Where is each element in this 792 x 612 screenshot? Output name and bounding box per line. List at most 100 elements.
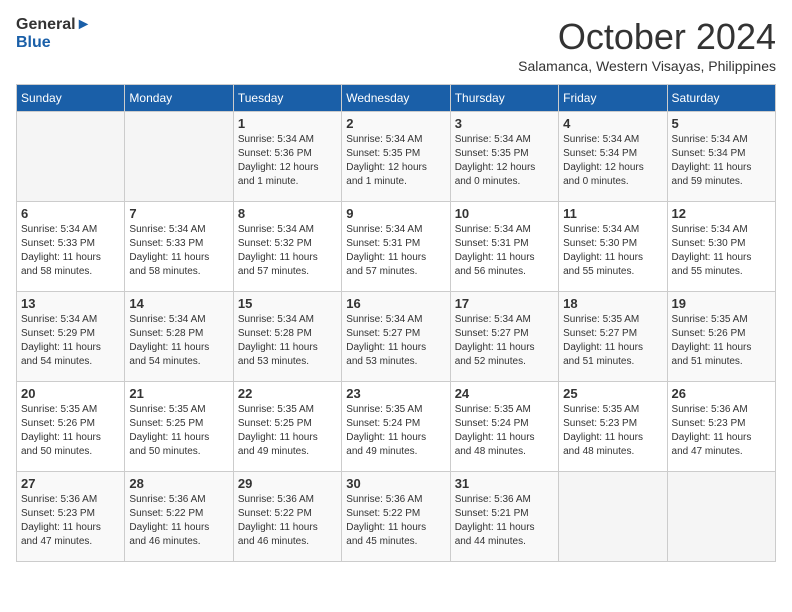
- day-info: Sunrise: 5:35 AM Sunset: 5:26 PM Dayligh…: [21, 403, 120, 459]
- logo: General► Blue: [16, 16, 91, 51]
- day-number: 10: [455, 206, 554, 221]
- weekday-header: Wednesday: [342, 85, 450, 112]
- calendar-cell: 11 Sunrise: 5:34 AM Sunset: 5:30 PM Dayli…: [559, 202, 667, 292]
- weekday-header: Tuesday: [233, 85, 341, 112]
- day-info: Sunrise: 5:36 AM Sunset: 5:22 PM Dayligh…: [346, 493, 445, 549]
- calendar-cell: 14 Sunrise: 5:34 AM Sunset: 5:28 PM Dayli…: [125, 292, 233, 382]
- week-row: 20Sunrise: 5:35 AM Sunset: 5:26 PM Dayli…: [17, 382, 776, 472]
- calendar-cell: 2 Sunrise: 5:34 AM Sunset: 5:35 PM Daylig…: [342, 112, 450, 202]
- day-info: Sunrise: 5:34 AM Sunset: 5:34 PM Dayligh…: [672, 133, 771, 189]
- day-info: Sunrise: 5:34 AM Sunset: 5:35 PM Dayligh…: [455, 133, 554, 189]
- day-number: 24: [455, 386, 554, 401]
- calendar-cell: 4Sunrise: 5:34 AM Sunset: 5:34 PM Daylig…: [559, 112, 667, 202]
- calendar-cell: 8Sunrise: 5:34 AM Sunset: 5:32 PM Daylig…: [233, 202, 341, 292]
- calendar-cell: 7 Sunrise: 5:34 AM Sunset: 5:33 PM Daylig…: [125, 202, 233, 292]
- page-header: General► Blue October 2024 Salamanca, We…: [16, 16, 776, 74]
- day-number: 21: [129, 386, 228, 401]
- day-number: 1: [238, 116, 337, 131]
- day-number: 12: [672, 206, 771, 221]
- day-number: 3: [455, 116, 554, 131]
- day-number: 28: [129, 476, 228, 491]
- week-row: 6 Sunrise: 5:34 AM Sunset: 5:33 PM Daylig…: [17, 202, 776, 292]
- day-info: Sunrise: 5:36 AM Sunset: 5:21 PM Dayligh…: [455, 493, 554, 549]
- day-info: Sunrise: 5:34 AM Sunset: 5:31 PM Dayligh…: [346, 223, 445, 279]
- calendar-cell: 9 Sunrise: 5:34 AM Sunset: 5:31 PM Daylig…: [342, 202, 450, 292]
- day-number: 23: [346, 386, 445, 401]
- week-row: 27 Sunrise: 5:36 AM Sunset: 5:23 PM Dayli…: [17, 472, 776, 562]
- calendar-cell: 27 Sunrise: 5:36 AM Sunset: 5:23 PM Dayli…: [17, 472, 125, 562]
- month-title: October 2024: [518, 16, 776, 58]
- day-number: 11: [563, 206, 662, 221]
- day-info: Sunrise: 5:34 AM Sunset: 5:30 PM Dayligh…: [563, 223, 662, 279]
- day-info: Sunrise: 5:35 AM Sunset: 5:25 PM Dayligh…: [238, 403, 337, 459]
- calendar-cell: 26 Sunrise: 5:36 AM Sunset: 5:23 PM Dayli…: [667, 382, 775, 472]
- day-info: Sunrise: 5:34 AM Sunset: 5:31 PM Dayligh…: [455, 223, 554, 279]
- weekday-header: Monday: [125, 85, 233, 112]
- calendar-cell: 10 Sunrise: 5:34 AM Sunset: 5:31 PM Dayli…: [450, 202, 558, 292]
- day-info: Sunrise: 5:34 AM Sunset: 5:33 PM Dayligh…: [21, 223, 120, 279]
- day-info: Sunrise: 5:36 AM Sunset: 5:23 PM Dayligh…: [21, 493, 120, 549]
- day-info: Sunrise: 5:35 AM Sunset: 5:24 PM Dayligh…: [455, 403, 554, 459]
- day-number: 30: [346, 476, 445, 491]
- day-number: 27: [21, 476, 120, 491]
- day-info: Sunrise: 5:34 AM Sunset: 5:29 PM Dayligh…: [21, 313, 120, 369]
- calendar-cell: 16 Sunrise: 5:34 AM Sunset: 5:27 PM Dayli…: [342, 292, 450, 382]
- calendar-cell: 1Sunrise: 5:34 AM Sunset: 5:36 PM Daylig…: [233, 112, 341, 202]
- day-number: 15: [238, 296, 337, 311]
- calendar-cell: 20Sunrise: 5:35 AM Sunset: 5:26 PM Dayli…: [17, 382, 125, 472]
- weekday-header: Sunday: [17, 85, 125, 112]
- day-number: 14: [129, 296, 228, 311]
- day-number: 8: [238, 206, 337, 221]
- day-number: 9: [346, 206, 445, 221]
- day-number: 25: [563, 386, 662, 401]
- day-number: 26: [672, 386, 771, 401]
- day-number: 7: [129, 206, 228, 221]
- calendar-cell: [559, 472, 667, 562]
- day-info: Sunrise: 5:34 AM Sunset: 5:28 PM Dayligh…: [129, 313, 228, 369]
- week-row: 13Sunrise: 5:34 AM Sunset: 5:29 PM Dayli…: [17, 292, 776, 382]
- calendar-cell: [667, 472, 775, 562]
- calendar-cell: 6 Sunrise: 5:34 AM Sunset: 5:33 PM Daylig…: [17, 202, 125, 292]
- week-row: 1Sunrise: 5:34 AM Sunset: 5:36 PM Daylig…: [17, 112, 776, 202]
- day-info: Sunrise: 5:35 AM Sunset: 5:27 PM Dayligh…: [563, 313, 662, 369]
- calendar-cell: 25 Sunrise: 5:35 AM Sunset: 5:23 PM Dayli…: [559, 382, 667, 472]
- calendar-cell: 21 Sunrise: 5:35 AM Sunset: 5:25 PM Dayli…: [125, 382, 233, 472]
- day-info: Sunrise: 5:35 AM Sunset: 5:23 PM Dayligh…: [563, 403, 662, 459]
- calendar-cell: 29 Sunrise: 5:36 AM Sunset: 5:22 PM Dayli…: [233, 472, 341, 562]
- day-number: 2: [346, 116, 445, 131]
- calendar-cell: 13Sunrise: 5:34 AM Sunset: 5:29 PM Dayli…: [17, 292, 125, 382]
- day-number: 5: [672, 116, 771, 131]
- calendar-cell: [125, 112, 233, 202]
- day-number: 16: [346, 296, 445, 311]
- day-number: 18: [563, 296, 662, 311]
- weekday-header: Saturday: [667, 85, 775, 112]
- day-number: 19: [672, 296, 771, 311]
- day-info: Sunrise: 5:36 AM Sunset: 5:22 PM Dayligh…: [129, 493, 228, 549]
- calendar-cell: 22 Sunrise: 5:35 AM Sunset: 5:25 PM Dayli…: [233, 382, 341, 472]
- day-number: 6: [21, 206, 120, 221]
- weekday-header: Friday: [559, 85, 667, 112]
- calendar-cell: 23 Sunrise: 5:35 AM Sunset: 5:24 PM Dayli…: [342, 382, 450, 472]
- calendar-cell: 19 Sunrise: 5:35 AM Sunset: 5:26 PM Dayli…: [667, 292, 775, 382]
- day-number: 4: [563, 116, 662, 131]
- calendar-cell: 18 Sunrise: 5:35 AM Sunset: 5:27 PM Dayli…: [559, 292, 667, 382]
- calendar-cell: 5 Sunrise: 5:34 AM Sunset: 5:34 PM Daylig…: [667, 112, 775, 202]
- day-info: Sunrise: 5:34 AM Sunset: 5:27 PM Dayligh…: [346, 313, 445, 369]
- day-info: Sunrise: 5:34 AM Sunset: 5:35 PM Dayligh…: [346, 133, 445, 189]
- day-info: Sunrise: 5:34 AM Sunset: 5:27 PM Dayligh…: [455, 313, 554, 369]
- day-number: 31: [455, 476, 554, 491]
- day-info: Sunrise: 5:35 AM Sunset: 5:25 PM Dayligh…: [129, 403, 228, 459]
- calendar-cell: [17, 112, 125, 202]
- day-info: Sunrise: 5:35 AM Sunset: 5:24 PM Dayligh…: [346, 403, 445, 459]
- day-info: Sunrise: 5:34 AM Sunset: 5:33 PM Dayligh…: [129, 223, 228, 279]
- day-info: Sunrise: 5:35 AM Sunset: 5:26 PM Dayligh…: [672, 313, 771, 369]
- day-number: 22: [238, 386, 337, 401]
- day-info: Sunrise: 5:36 AM Sunset: 5:23 PM Dayligh…: [672, 403, 771, 459]
- day-number: 29: [238, 476, 337, 491]
- calendar-cell: 17Sunrise: 5:34 AM Sunset: 5:27 PM Dayli…: [450, 292, 558, 382]
- calendar-cell: 3 Sunrise: 5:34 AM Sunset: 5:35 PM Daylig…: [450, 112, 558, 202]
- day-info: Sunrise: 5:36 AM Sunset: 5:22 PM Dayligh…: [238, 493, 337, 549]
- calendar-cell: 31 Sunrise: 5:36 AM Sunset: 5:21 PM Dayli…: [450, 472, 558, 562]
- calendar: SundayMondayTuesdayWednesdayThursdayFrid…: [16, 84, 776, 562]
- location: Salamanca, Western Visayas, Philippines: [518, 58, 776, 74]
